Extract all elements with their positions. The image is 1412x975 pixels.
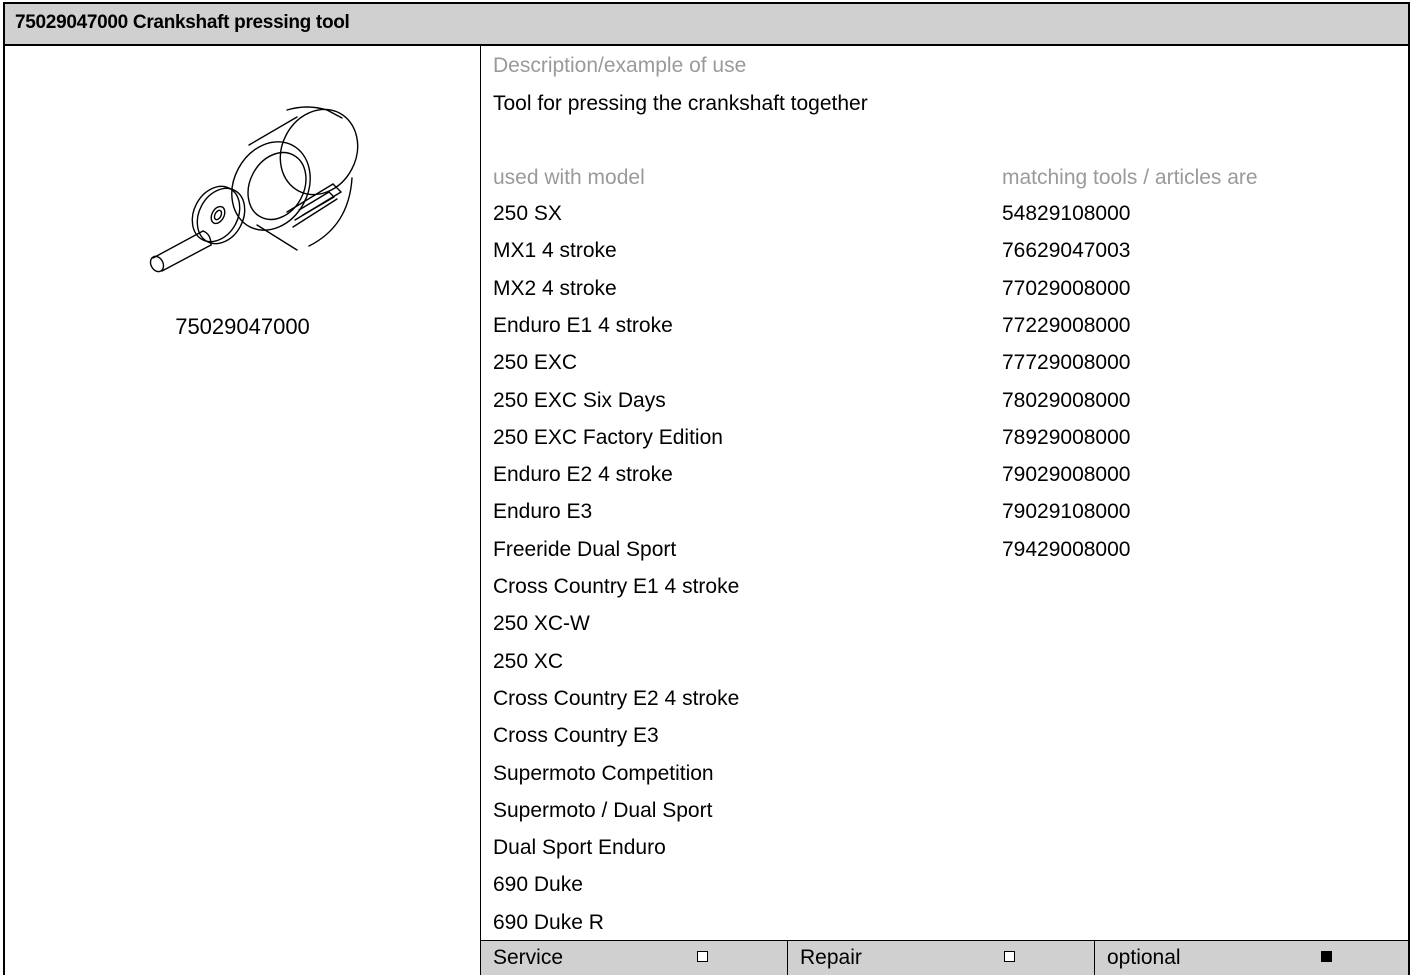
matching-list-item: 79029008000 [1002,463,1131,487]
model-list-item: 250 EXC Six Days [493,388,666,412]
title-bar: 75029047000 Crankshaft pressing tool [5,4,1408,46]
model-list-item: Enduro E3 [493,500,593,524]
usage-footer: Service Repair optional [481,940,1408,975]
model-list-item: Supermoto / Dual Sport [493,798,713,822]
matching-list-item: 76629047003 [1002,239,1131,263]
model-list-item: 690 Duke R [493,910,604,934]
description-text: Tool for pressing the crankshaft togethe… [493,92,868,115]
model-list-item: Enduro E2 4 stroke [493,463,673,487]
part-number: 75029047000 [175,314,310,339]
model-list-item: Freeride Dual Sport [493,537,677,561]
tool-image-panel: 75029047000 [5,46,481,975]
page-title: 75029047000 Crankshaft pressing tool [15,12,350,33]
models-label: used with model [493,166,645,189]
description-label: Description/example of use [493,54,747,77]
model-list-item: MX1 4 stroke [493,239,617,263]
model-list-item: 250 EXC [493,351,578,375]
repair-cell: Repair [788,941,1095,975]
model-list-item: 250 XC-W [493,612,590,636]
optional-label: optional [1107,946,1181,969]
model-list-item: Cross Country E2 4 stroke [493,686,740,710]
matching-list-item: 78929008000 [1002,425,1131,449]
matching-list-item: 79029108000 [1002,500,1131,524]
optional-checkbox[interactable] [1321,951,1332,962]
matching-list-item: 77029008000 [1002,276,1131,300]
model-list-item: Enduro E1 4 stroke [493,313,673,337]
repair-checkbox[interactable] [1004,951,1015,962]
matching-list-item: 54829108000 [1002,202,1131,225]
crankshaft-pressing-tool-icon [149,106,359,273]
matching-list-item: 77229008000 [1002,313,1131,337]
matching-list-item: 79429008000 [1002,537,1131,561]
service-label: Service [493,946,564,969]
model-list-item: Supermoto Competition [493,761,714,785]
model-list-item: 250 XC [493,649,564,673]
tool-sheet: 75029047000 Crankshaft pressing tool 750… [3,2,1410,975]
details-panel: Description/example of use Tool for pres… [481,46,1408,975]
model-list-item: 250 EXC Factory Edition [493,425,723,449]
optional-cell: optional [1095,941,1408,975]
model-list-item: 250 SX [493,202,562,225]
service-cell: Service [481,941,788,975]
model-list-item: 690 Duke [493,873,583,897]
service-checkbox[interactable] [697,951,708,962]
model-list-item: Cross Country E3 [493,724,659,748]
matching-list-item: 78029008000 [1002,388,1131,412]
model-list-item: Dual Sport Enduro [493,836,666,860]
model-list-item: Cross Country E1 4 stroke [493,575,740,598]
model-list-item: MX2 4 stroke [493,276,617,300]
matching-label: matching tools / articles are [1002,166,1258,189]
matching-list-item: 77729008000 [1002,351,1131,375]
repair-label: Repair [800,946,862,969]
